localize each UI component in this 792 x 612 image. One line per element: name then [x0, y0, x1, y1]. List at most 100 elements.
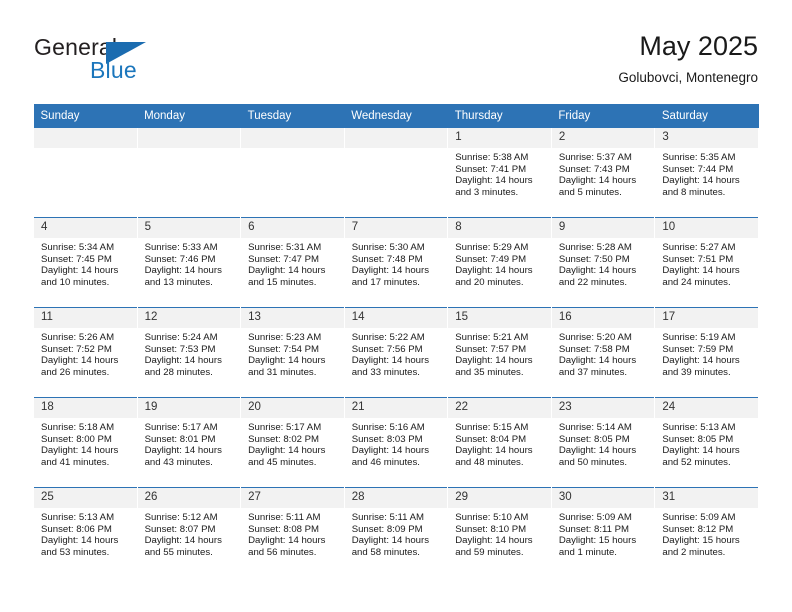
day-detail-line: Sunrise: 5:24 AM [144, 332, 218, 343]
calendar-cell-day[interactable]: 4 Sunrise: 5:34 AM Sunset: 7:45 PM Daylight… [33, 217, 138, 308]
day-details: Sunrise: 5:37 AM Sunset: 7:43 PM Daylight:… [552, 148, 655, 198]
calendar-cell-day[interactable]: 27 Sunrise: 5:11 AM Sunset: 8:08 PM Dayligh… [240, 487, 345, 577]
day-detail-line: Sunset: 8:12 PM [662, 523, 734, 535]
day-detail-line: and 58 minutes. [351, 546, 420, 558]
day-details [345, 148, 448, 152]
day-detail-line: Sunset: 8:04 PM [455, 433, 527, 445]
day-detail-line: Sunset: 7:46 PM [144, 253, 216, 265]
day-detail-line: Sunset: 8:05 PM [558, 433, 630, 445]
calendar-cell-day[interactable]: 24 Sunrise: 5:13 AM Sunset: 8:05 PM Dayligh… [654, 397, 759, 488]
page-subtitle: Golubovci, Montenegro [618, 70, 758, 85]
day-detail-line: and 48 minutes. [455, 456, 524, 468]
day-detail-line: Daylight: 14 hours [455, 355, 533, 367]
day-detail-line: and 55 minutes. [144, 546, 213, 558]
day-details: Sunrise: 5:11 AM Sunset: 8:09 PM Daylight:… [345, 508, 448, 558]
day-number: 24 [655, 398, 758, 418]
calendar-cell-day[interactable]: 15 Sunrise: 5:21 AM Sunset: 7:57 PM Dayligh… [447, 307, 552, 398]
day-detail-line: Sunrise: 5:34 AM [41, 242, 115, 253]
calendar-cell-empty [33, 128, 138, 218]
day-detail-line: Sunset: 7:45 PM [41, 253, 112, 265]
day-number: 20 [241, 398, 344, 418]
day-number: 28 [344, 488, 448, 508]
calendar-cell-day[interactable]: 28 Sunrise: 5:11 AM Sunset: 8:09 PM Dayligh… [343, 487, 449, 577]
day-details: Sunrise: 5:17 AM Sunset: 8:02 PM Daylight:… [241, 418, 344, 468]
day-details: Sunrise: 5:17 AM Sunset: 8:01 PM Daylight:… [138, 418, 241, 468]
day-number: 16 [551, 308, 655, 328]
calendar-cell-day[interactable]: 29 Sunrise: 5:10 AM Sunset: 8:10 PM Dayligh… [447, 487, 552, 577]
calendar-cell-day[interactable]: 19 Sunrise: 5:17 AM Sunset: 8:01 PM Dayligh… [136, 397, 242, 488]
day-number: 3 [655, 128, 758, 148]
weekday-header-saturday: Saturday [654, 104, 759, 128]
calendar-cell-day[interactable]: 23 Sunrise: 5:14 AM Sunset: 8:05 PM Dayligh… [550, 397, 656, 488]
day-detail-line: Daylight: 15 hours [558, 535, 637, 547]
day-number [241, 128, 344, 148]
day-detail-line: Sunrise: 5:26 AM [41, 332, 115, 343]
day-detail-line: Sunrise: 5:28 AM [558, 242, 632, 253]
day-detail-line: Sunrise: 5:09 AM [662, 512, 736, 523]
calendar-cell-day[interactable]: 9 Sunrise: 5:28 AM Sunset: 7:50 PM Daylight… [550, 217, 656, 308]
day-detail-line: Daylight: 14 hours [248, 265, 326, 277]
calendar-cell-day[interactable]: 7 Sunrise: 5:30 AM Sunset: 7:48 PM Daylight… [343, 217, 449, 308]
calendar-cell-day[interactable]: 3 Sunrise: 5:35 AM Sunset: 7:44 PM Daylight… [654, 128, 759, 218]
calendar-cell-day[interactable]: 14 Sunrise: 5:22 AM Sunset: 7:56 PM Dayligh… [343, 307, 449, 398]
calendar-cell-day[interactable]: 2 Sunrise: 5:37 AM Sunset: 7:43 PM Daylight… [550, 128, 656, 218]
day-detail-line: Sunset: 7:52 PM [41, 343, 112, 355]
calendar-cell-day[interactable]: 30 Sunrise: 5:09 AM Sunset: 8:11 PM Dayligh… [550, 487, 656, 577]
calendar-cell-day[interactable]: 6 Sunrise: 5:31 AM Sunset: 7:47 PM Daylight… [240, 217, 345, 308]
calendar-cell-day[interactable]: 1 Sunrise: 5:38 AM Sunset: 7:41 PM Daylight… [447, 128, 552, 218]
general-blue-logo[interactable]: General Blue [34, 34, 154, 86]
day-detail-line: Sunrise: 5:31 AM [248, 242, 322, 253]
calendar-cell-day[interactable]: 25 Sunrise: 5:13 AM Sunset: 8:06 PM Dayligh… [33, 487, 138, 577]
day-detail-line: Sunset: 7:50 PM [558, 253, 630, 265]
title-block: May 2025 Golubovci, Montenegro [618, 30, 758, 87]
day-number: 9 [551, 218, 655, 238]
day-details [138, 148, 241, 152]
day-detail-line: Sunrise: 5:11 AM [351, 512, 425, 523]
calendar-cell-day[interactable]: 18 Sunrise: 5:18 AM Sunset: 8:00 PM Dayligh… [33, 397, 138, 488]
day-number: 17 [655, 308, 758, 328]
day-detail-line: Sunset: 8:07 PM [144, 523, 216, 535]
day-detail-line: and 13 minutes. [144, 276, 213, 288]
day-number: 12 [137, 308, 241, 328]
calendar-cell-day[interactable]: 5 Sunrise: 5:33 AM Sunset: 7:46 PM Daylight… [136, 217, 242, 308]
day-details: Sunrise: 5:14 AM Sunset: 8:05 PM Daylight:… [552, 418, 655, 468]
calendar-cell-empty [343, 128, 449, 218]
day-number: 4 [34, 218, 137, 238]
day-detail-line: and 59 minutes. [455, 546, 524, 558]
day-detail-line: Sunrise: 5:35 AM [662, 152, 736, 163]
calendar-week-row: 1 Sunrise: 5:38 AM Sunset: 7:41 PM Daylight… [33, 128, 759, 218]
calendar-cell-day[interactable]: 20 Sunrise: 5:17 AM Sunset: 8:02 PM Dayligh… [240, 397, 345, 488]
day-detail-line: Sunset: 7:53 PM [144, 343, 216, 355]
weekday-header-thursday: Thursday [447, 104, 552, 128]
day-detail-line: Sunrise: 5:13 AM [662, 422, 736, 433]
calendar-cell-day[interactable]: 12 Sunrise: 5:24 AM Sunset: 7:53 PM Dayligh… [136, 307, 242, 398]
day-number [34, 128, 137, 148]
calendar-cell-day[interactable]: 11 Sunrise: 5:26 AM Sunset: 7:52 PM Dayligh… [33, 307, 138, 398]
calendar-cell-day[interactable]: 8 Sunrise: 5:29 AM Sunset: 7:49 PM Daylight… [447, 217, 552, 308]
calendar-cell-day[interactable]: 17 Sunrise: 5:19 AM Sunset: 7:59 PM Dayligh… [654, 307, 759, 398]
day-number: 19 [137, 398, 241, 418]
day-detail-line: and 41 minutes. [41, 456, 110, 468]
day-detail-line: Daylight: 14 hours [662, 265, 740, 277]
day-detail-line: Daylight: 14 hours [144, 535, 222, 547]
calendar-week-row: 4 Sunrise: 5:34 AM Sunset: 7:45 PM Daylight… [33, 217, 759, 308]
day-detail-line: Sunset: 8:00 PM [41, 433, 112, 445]
day-details: Sunrise: 5:21 AM Sunset: 7:57 PM Daylight:… [448, 328, 551, 378]
calendar-cell-day[interactable]: 13 Sunrise: 5:23 AM Sunset: 7:54 PM Dayligh… [240, 307, 345, 398]
day-details: Sunrise: 5:10 AM Sunset: 8:10 PM Daylight:… [448, 508, 551, 558]
day-detail-line: and 50 minutes. [558, 456, 628, 468]
calendar-cell-day[interactable]: 16 Sunrise: 5:20 AM Sunset: 7:58 PM Dayligh… [550, 307, 656, 398]
calendar-cell-day[interactable]: 26 Sunrise: 5:12 AM Sunset: 8:07 PM Dayligh… [136, 487, 242, 577]
calendar-cell-day[interactable]: 10 Sunrise: 5:27 AM Sunset: 7:51 PM Dayligh… [654, 217, 759, 308]
calendar-cell-day[interactable]: 22 Sunrise: 5:15 AM Sunset: 8:04 PM Dayligh… [447, 397, 552, 488]
day-details: Sunrise: 5:15 AM Sunset: 8:04 PM Daylight:… [448, 418, 551, 468]
calendar-cell-day[interactable]: 21 Sunrise: 5:16 AM Sunset: 8:03 PM Dayligh… [343, 397, 449, 488]
day-details: Sunrise: 5:09 AM Sunset: 8:11 PM Daylight:… [552, 508, 655, 558]
calendar-cell-day[interactable]: 31 Sunrise: 5:09 AM Sunset: 8:12 PM Dayligh… [654, 487, 759, 577]
day-details: Sunrise: 5:35 AM Sunset: 7:44 PM Daylight:… [655, 148, 758, 198]
day-detail-line: Sunrise: 5:17 AM [248, 422, 322, 433]
day-detail-line: Daylight: 14 hours [351, 445, 430, 457]
day-details: Sunrise: 5:13 AM Sunset: 8:06 PM Daylight:… [34, 508, 137, 558]
day-detail-line: and 10 minutes. [41, 276, 110, 288]
day-detail-line: and 37 minutes. [558, 366, 628, 378]
